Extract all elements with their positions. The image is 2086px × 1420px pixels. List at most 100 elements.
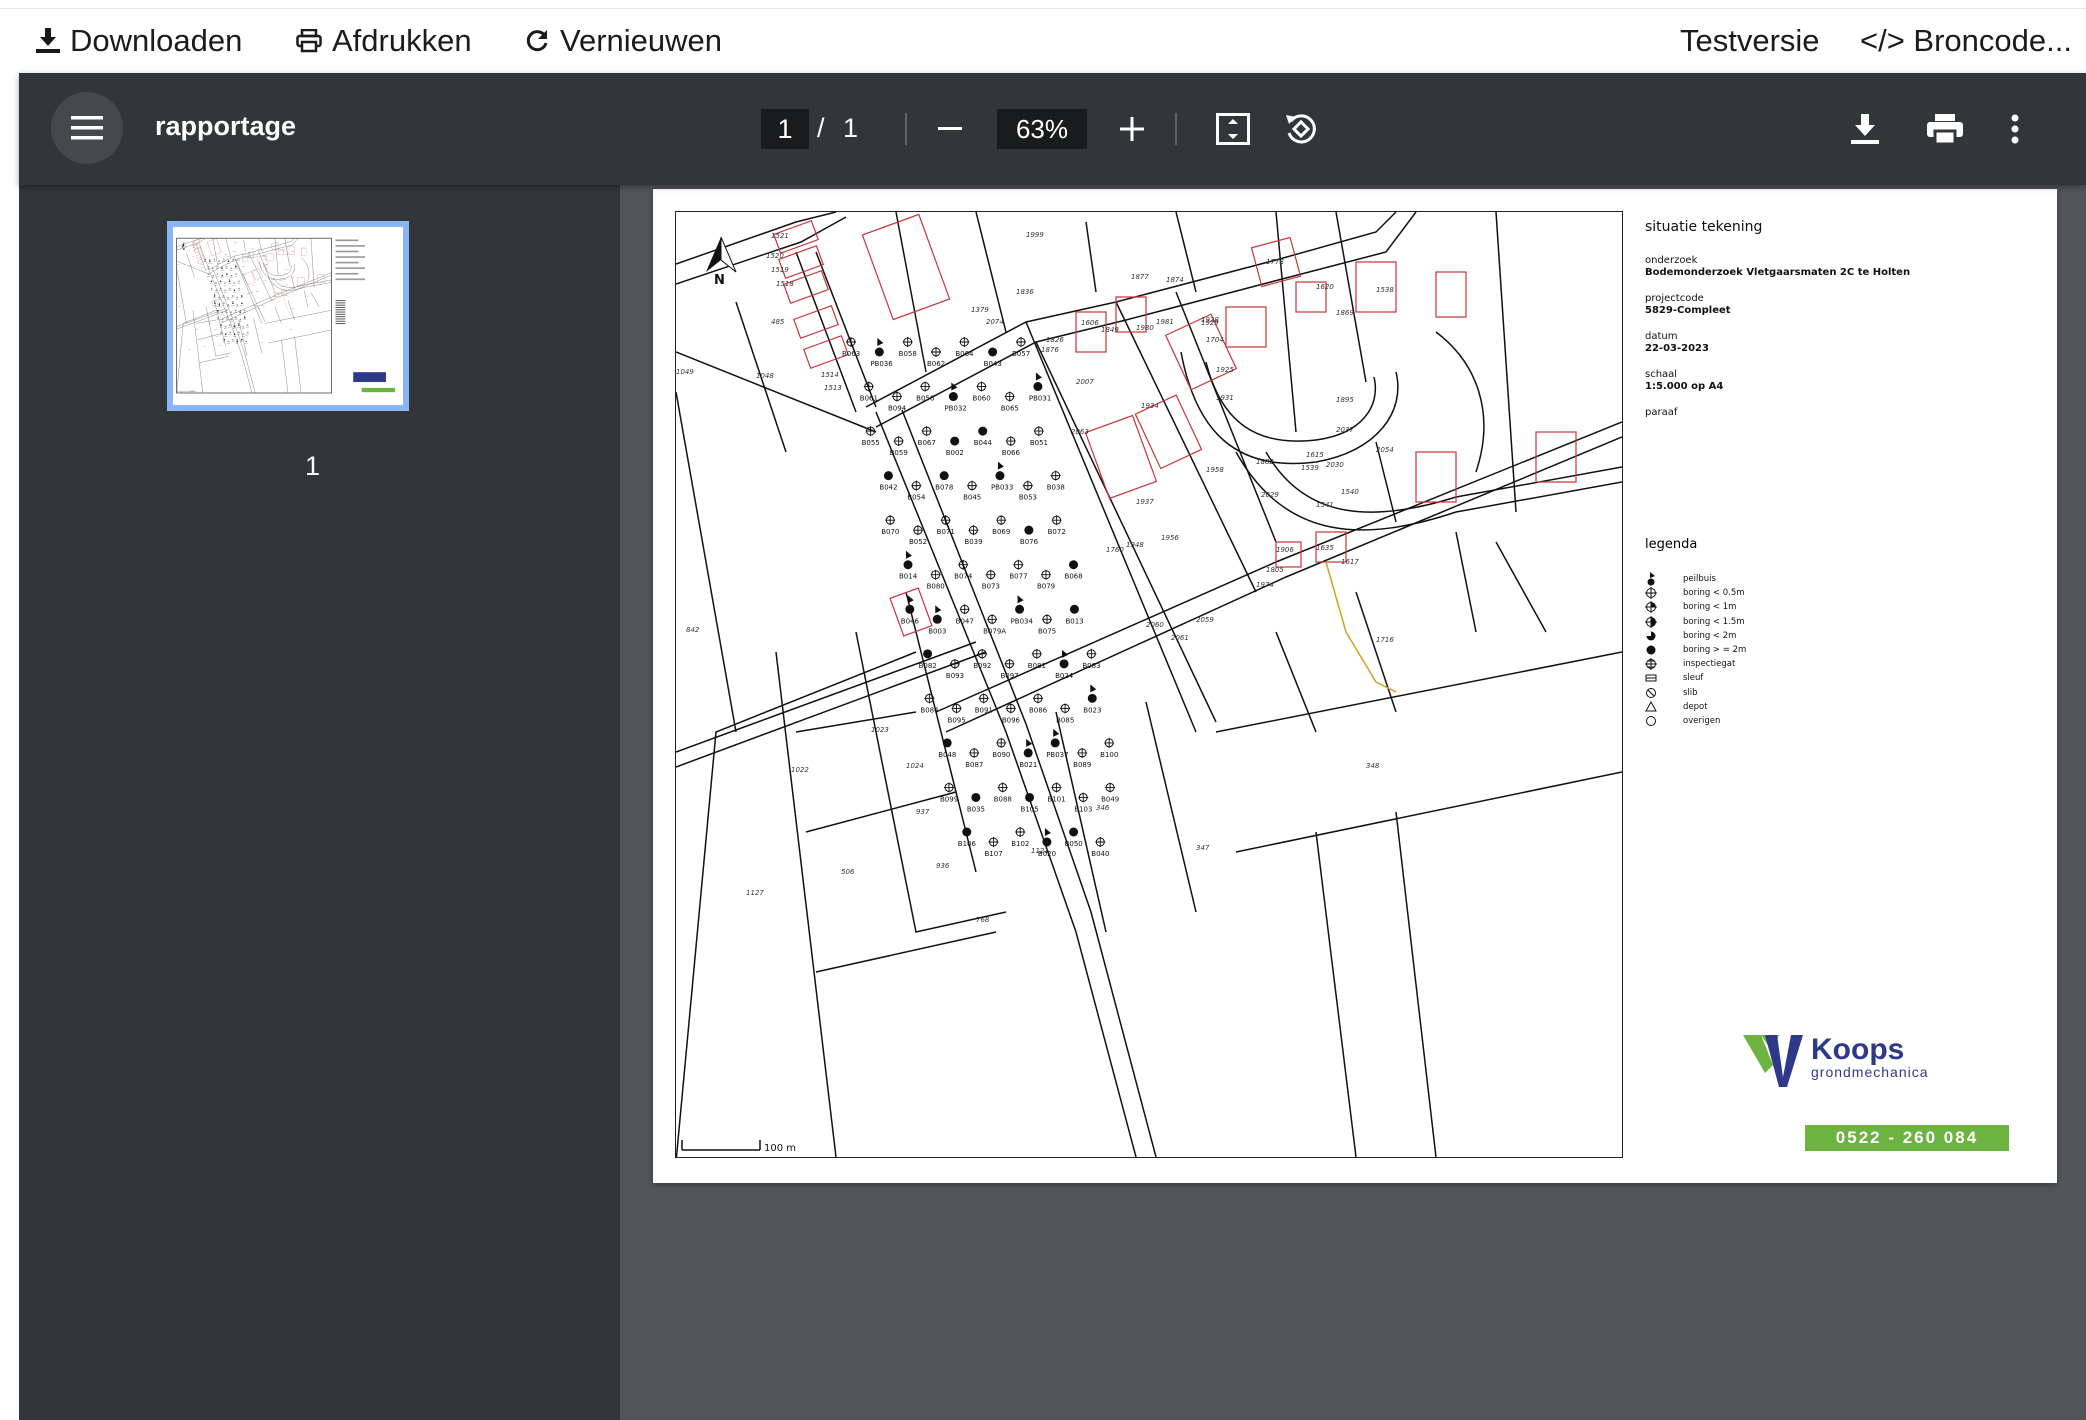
parcel-label: 1048 bbox=[756, 372, 774, 380]
parcel-label: 2054 bbox=[1376, 446, 1394, 454]
borehole-marker: B099 bbox=[940, 782, 958, 803]
zoom-in-button[interactable] bbox=[1115, 113, 1149, 145]
boring-15-icon bbox=[1645, 615, 1657, 628]
legend-label: peilbuis bbox=[1683, 574, 1716, 585]
borehole-marker: B096 bbox=[1002, 703, 1021, 724]
borehole-marker: B071 bbox=[937, 515, 955, 536]
borehole-label: B097 bbox=[1000, 672, 1018, 680]
parcel-label: 1836 bbox=[1016, 288, 1034, 296]
borehole-label: B046 bbox=[901, 617, 920, 625]
parcel-label: 1022 bbox=[791, 766, 809, 774]
borehole-marker: B102 bbox=[1011, 827, 1029, 848]
boring-2-icon bbox=[1646, 631, 1656, 641]
borehole-marker: B046 bbox=[901, 595, 920, 625]
borehole-label: B057 bbox=[1012, 350, 1030, 358]
borehole-label: B084 bbox=[920, 706, 939, 714]
parcel-label: 1778 bbox=[1266, 258, 1284, 266]
parcel-label: 1514 bbox=[821, 371, 839, 379]
borehole-label: B068 bbox=[1065, 573, 1083, 581]
more-options-button[interactable] bbox=[2003, 109, 2027, 149]
borehole-marker: PB031 bbox=[1029, 372, 1051, 403]
borehole-marker: B060 bbox=[973, 381, 991, 403]
borehole-marker: B097 bbox=[1000, 658, 1019, 680]
field-value: 1:5.000 op A4 bbox=[1645, 381, 1724, 392]
legend-title: legenda bbox=[1645, 537, 1698, 552]
zoom-input[interactable]: 63% bbox=[997, 109, 1087, 149]
rotate-button[interactable] bbox=[1281, 109, 1321, 149]
borehole-marker: B079 bbox=[1037, 569, 1055, 591]
fit-page-button[interactable] bbox=[1215, 111, 1251, 147]
parcel-label: 1521 bbox=[771, 232, 789, 240]
borehole-marker: B088 bbox=[994, 782, 1012, 803]
source-code-link[interactable]: </> Broncode... bbox=[1860, 23, 2072, 59]
borehole-marker: B052 bbox=[909, 525, 927, 546]
parcel-label: 1518 bbox=[776, 280, 794, 288]
borehole-label: B087 bbox=[965, 761, 983, 769]
borehole-marker: B087 bbox=[965, 747, 983, 769]
borehole-marker: B049 bbox=[1101, 782, 1119, 803]
parcel-label: 1520 bbox=[766, 252, 784, 260]
viewer-download-button[interactable] bbox=[1845, 109, 1885, 149]
borehole-marker: B053 bbox=[1019, 480, 1037, 502]
legend-label: boring < 2m bbox=[1683, 630, 1737, 641]
parcel-label: 1541 bbox=[1316, 501, 1334, 509]
borehole-label: B055 bbox=[862, 439, 880, 447]
borehole-label: B106 bbox=[958, 840, 977, 848]
parcel-label: 1615 bbox=[1306, 451, 1324, 459]
page-number-input[interactable]: 1 bbox=[761, 109, 809, 149]
borehole-label: B081 bbox=[1028, 662, 1046, 670]
borehole-label: B051 bbox=[1030, 439, 1048, 447]
legend-item: peilbuis bbox=[1645, 572, 1746, 586]
printer-icon bbox=[1927, 114, 1963, 144]
logo-name: Koops bbox=[1811, 1033, 1904, 1066]
slib-icon bbox=[1646, 687, 1656, 698]
trial-link[interactable]: Testversie bbox=[1680, 23, 1820, 59]
field-label: datum bbox=[1645, 331, 1678, 342]
pdf-viewer: rapportage 1 / 1 63% N 100 m 1999 1877 1… bbox=[19, 73, 2086, 1420]
parcel-label: 1540 bbox=[1341, 488, 1359, 496]
zoom-out-button[interactable] bbox=[933, 113, 967, 145]
borehole-label: B066 bbox=[1002, 449, 1021, 457]
viewer-print-button[interactable] bbox=[1923, 109, 1967, 149]
legend-item: inspectiegat bbox=[1645, 657, 1746, 671]
borehole-label: B103 bbox=[1074, 805, 1092, 813]
borehole-marker: B067 bbox=[918, 426, 936, 447]
print-button[interactable]: Afdrukken bbox=[296, 23, 472, 59]
field-onderzoek: onderzoek Bodemonderzoek Vletgaarsmaten … bbox=[1645, 255, 1985, 279]
borehole-marker: B081 bbox=[1028, 648, 1046, 670]
borehole-label: B085 bbox=[1056, 716, 1074, 724]
hamburger-icon bbox=[71, 116, 103, 140]
borehole-label: B088 bbox=[994, 795, 1012, 803]
parcel-label: 1519 bbox=[771, 266, 789, 274]
borehole-label: B094 bbox=[888, 405, 907, 413]
borehole-marker: PB037 bbox=[1046, 728, 1069, 759]
parcel-label: 485 bbox=[771, 318, 785, 326]
menu-button[interactable] bbox=[51, 92, 123, 164]
parcel-label: 2007 bbox=[1076, 378, 1094, 386]
parcel-label: 2037 bbox=[1336, 426, 1354, 434]
parcel-label: 2061 bbox=[1171, 634, 1189, 642]
borehole-marker: B070 bbox=[881, 515, 899, 536]
borehole-marker: B035 bbox=[967, 792, 985, 813]
borehole-label: B072 bbox=[1048, 528, 1066, 536]
refresh-icon bbox=[526, 30, 548, 52]
download-button[interactable]: Downloaden bbox=[36, 23, 242, 59]
borehole-marker: B055 bbox=[862, 426, 880, 447]
parcel-label: 1716 bbox=[1376, 636, 1394, 644]
parcel-label: 347 bbox=[1196, 844, 1210, 852]
page-thumbnail[interactable]: N 100 m 1999 1877 1874 1778 1620 1538 1869 1379… bbox=[167, 221, 409, 411]
borehole-label: B079 bbox=[1037, 583, 1055, 591]
parcel-label: 1826 bbox=[1046, 336, 1064, 344]
parcel-label: 1925 bbox=[1216, 366, 1234, 374]
parcel-label: 1876 bbox=[1041, 346, 1059, 354]
refresh-button[interactable]: Vernieuwen bbox=[524, 23, 722, 59]
borehole-label: B107 bbox=[985, 850, 1003, 858]
borehole-marker: B064 bbox=[955, 337, 974, 358]
borehole-marker: PB032 bbox=[944, 382, 967, 413]
toolbar-divider bbox=[905, 113, 907, 145]
parcel-label: 1956 bbox=[1161, 534, 1179, 542]
borehole-label: B080 bbox=[927, 583, 945, 591]
borehole-label: B096 bbox=[1002, 716, 1021, 724]
borehole-label: B077 bbox=[1009, 573, 1027, 581]
inspectiegat-icon bbox=[1645, 658, 1657, 671]
